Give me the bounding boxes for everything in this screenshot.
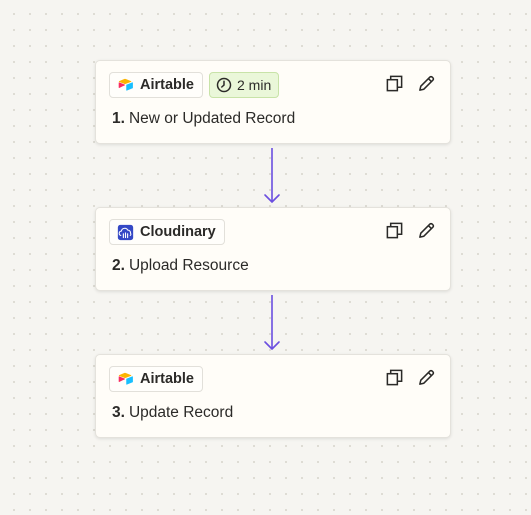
step-title-text: Update Record <box>128 404 234 421</box>
step-title: 1. New or Updated Record <box>112 110 295 128</box>
app-name-label: Cloudinary <box>140 224 216 240</box>
time-badge: 2 min <box>209 72 280 98</box>
workflow-canvas: Airtable 2 min 1.New or Updated Record <box>0 0 531 515</box>
pencil-icon[interactable] <box>417 221 436 240</box>
step-actions <box>385 74 436 93</box>
time-badge-label: 2 min <box>237 77 272 93</box>
step-card-1[interactable]: Airtable 2 min 1. New or Updated Record <box>95 60 451 144</box>
step-title-text: Upload Resource <box>128 257 249 274</box>
app-name-label: Airtable <box>140 77 194 93</box>
step-number: 1. <box>112 110 125 127</box>
app-chip-airtable[interactable]: Airtable <box>109 72 203 98</box>
app-name-label: Airtable <box>140 371 194 387</box>
cloudinary-logo-icon <box>117 224 134 240</box>
connector-arrow <box>264 295 280 350</box>
step-title: 3. Update Record <box>112 404 233 422</box>
step-header: Airtable 2 min <box>109 72 280 98</box>
copy-icon[interactable] <box>385 221 404 240</box>
step-number: 2. <box>112 257 125 274</box>
app-chip-airtable[interactable]: Airtable <box>109 366 203 392</box>
step-header: Airtable <box>109 366 203 392</box>
clock-icon <box>216 77 232 93</box>
pencil-icon[interactable] <box>417 368 436 387</box>
step-header: Cloudinary <box>109 219 225 245</box>
step-title: 2. Upload Resource <box>112 257 249 275</box>
app-chip-cloudinary[interactable]: Cloudinary <box>109 219 225 245</box>
step-card-3[interactable]: Airtable 3. Update Record <box>95 354 451 438</box>
copy-icon[interactable] <box>385 74 404 93</box>
step-number: 3. <box>112 404 125 421</box>
airtable-logo-icon <box>118 372 133 385</box>
airtable-logo-icon <box>118 78 133 91</box>
step-actions <box>385 221 436 240</box>
connector-arrow <box>264 148 280 203</box>
step-actions <box>385 368 436 387</box>
step-title-text: New or Updated Record <box>128 110 296 127</box>
copy-icon[interactable] <box>385 368 404 387</box>
step-card-2[interactable]: Cloudinary 2. Upload Resource <box>95 207 451 291</box>
pencil-icon[interactable] <box>417 74 436 93</box>
